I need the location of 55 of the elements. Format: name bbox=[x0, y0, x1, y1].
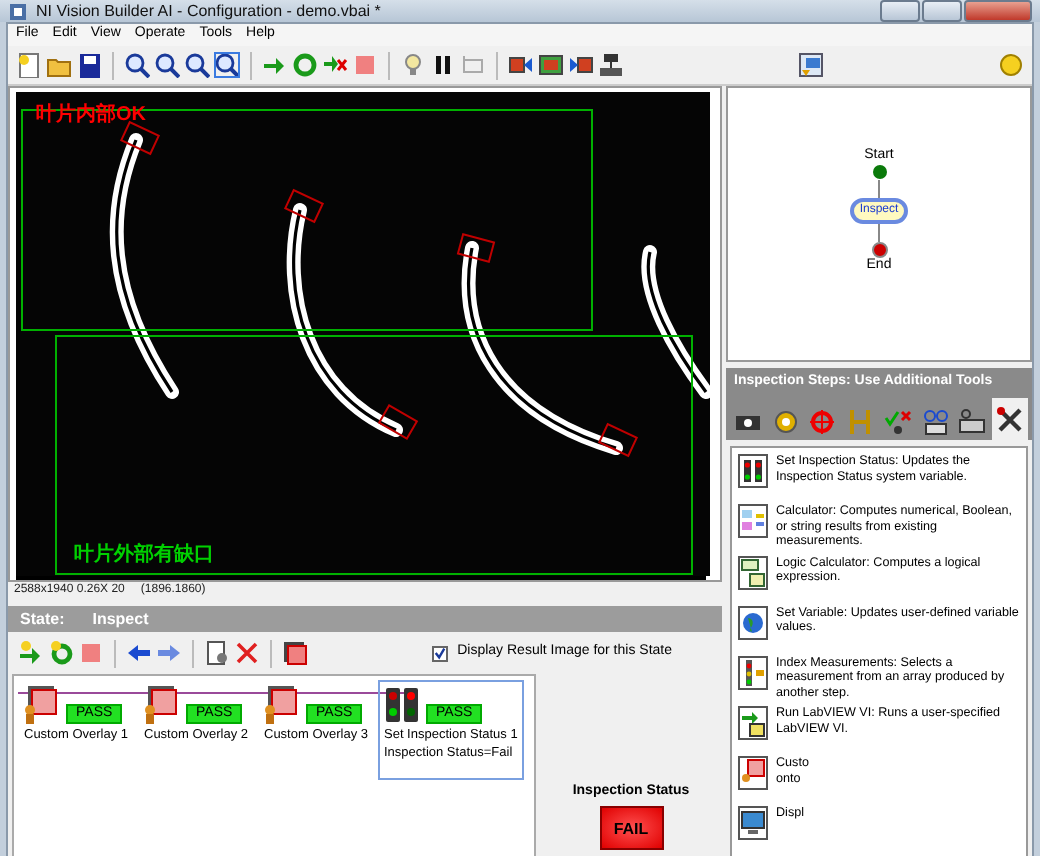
left-arrow-icon[interactable] bbox=[126, 640, 152, 666]
overlay-step-icon bbox=[264, 686, 300, 724]
overlay-label: 叶片内部OK bbox=[36, 104, 146, 127]
labview-icon[interactable] bbox=[738, 706, 768, 741]
index-icon[interactable] bbox=[738, 655, 768, 690]
detection-box bbox=[283, 188, 325, 224]
minimize-button[interactable] bbox=[880, 0, 920, 22]
fail-indicator: FAIL bbox=[599, 806, 663, 851]
globe-icon[interactable] bbox=[738, 605, 768, 640]
right-arrow-icon[interactable] bbox=[156, 640, 182, 666]
monitor-icon[interactable] bbox=[738, 806, 768, 841]
save-icon[interactable] bbox=[76, 52, 102, 78]
zoom-in-icon[interactable] bbox=[124, 52, 150, 78]
state-label: State: bbox=[20, 609, 65, 629]
run-once-icon[interactable] bbox=[262, 52, 288, 78]
traffic-light-icon bbox=[384, 686, 420, 724]
image-icon[interactable] bbox=[538, 52, 564, 78]
maximize-button[interactable] bbox=[922, 0, 962, 22]
app-icon bbox=[8, 1, 28, 21]
overlay-step-icon[interactable] bbox=[738, 756, 768, 791]
overlay-step-icon bbox=[144, 686, 180, 724]
display-result-checkbox[interactable] bbox=[431, 645, 448, 661]
window-title: NI Vision Builder AI - Configuration - demo.vbai * bbox=[36, 1, 381, 21]
image-export-icon[interactable] bbox=[798, 52, 824, 78]
detection-box bbox=[119, 120, 161, 156]
run-loop-icon[interactable] bbox=[48, 640, 74, 666]
check-cross-icon bbox=[883, 408, 912, 436]
tools-icon bbox=[996, 405, 1025, 433]
state-name: Inspect bbox=[92, 609, 149, 629]
start-node[interactable] bbox=[871, 164, 887, 181]
run-loop-icon[interactable] bbox=[292, 52, 318, 78]
new-file-icon[interactable] bbox=[16, 52, 42, 78]
traffic-light-icon[interactable] bbox=[738, 454, 768, 488]
zoom-actual-icon[interactable] bbox=[184, 52, 210, 78]
end-node[interactable] bbox=[871, 241, 887, 258]
tool-tab[interactable] bbox=[992, 398, 1028, 440]
network-icon[interactable] bbox=[598, 52, 624, 78]
calculator-icon[interactable] bbox=[738, 504, 768, 538]
pause-icon[interactable] bbox=[430, 52, 456, 78]
glasses-icon bbox=[921, 408, 950, 436]
zoom-out-icon[interactable] bbox=[154, 52, 180, 78]
run-once-icon[interactable] bbox=[18, 640, 44, 666]
zoom-fit-icon[interactable] bbox=[214, 52, 240, 78]
image-right-icon[interactable] bbox=[568, 52, 594, 78]
delete-icon[interactable] bbox=[234, 640, 260, 666]
crosshair-icon bbox=[808, 408, 837, 436]
detection-box bbox=[597, 422, 639, 458]
detection-box bbox=[377, 403, 419, 441]
image-left-icon[interactable] bbox=[508, 52, 534, 78]
overlay-step-icon bbox=[24, 686, 60, 724]
overlay-label: 叶片外部有缺口 bbox=[74, 544, 214, 567]
detection-box bbox=[456, 232, 496, 264]
logic-icon[interactable] bbox=[738, 555, 768, 590]
overlay-icon[interactable] bbox=[282, 640, 308, 666]
properties-icon[interactable] bbox=[204, 640, 230, 666]
